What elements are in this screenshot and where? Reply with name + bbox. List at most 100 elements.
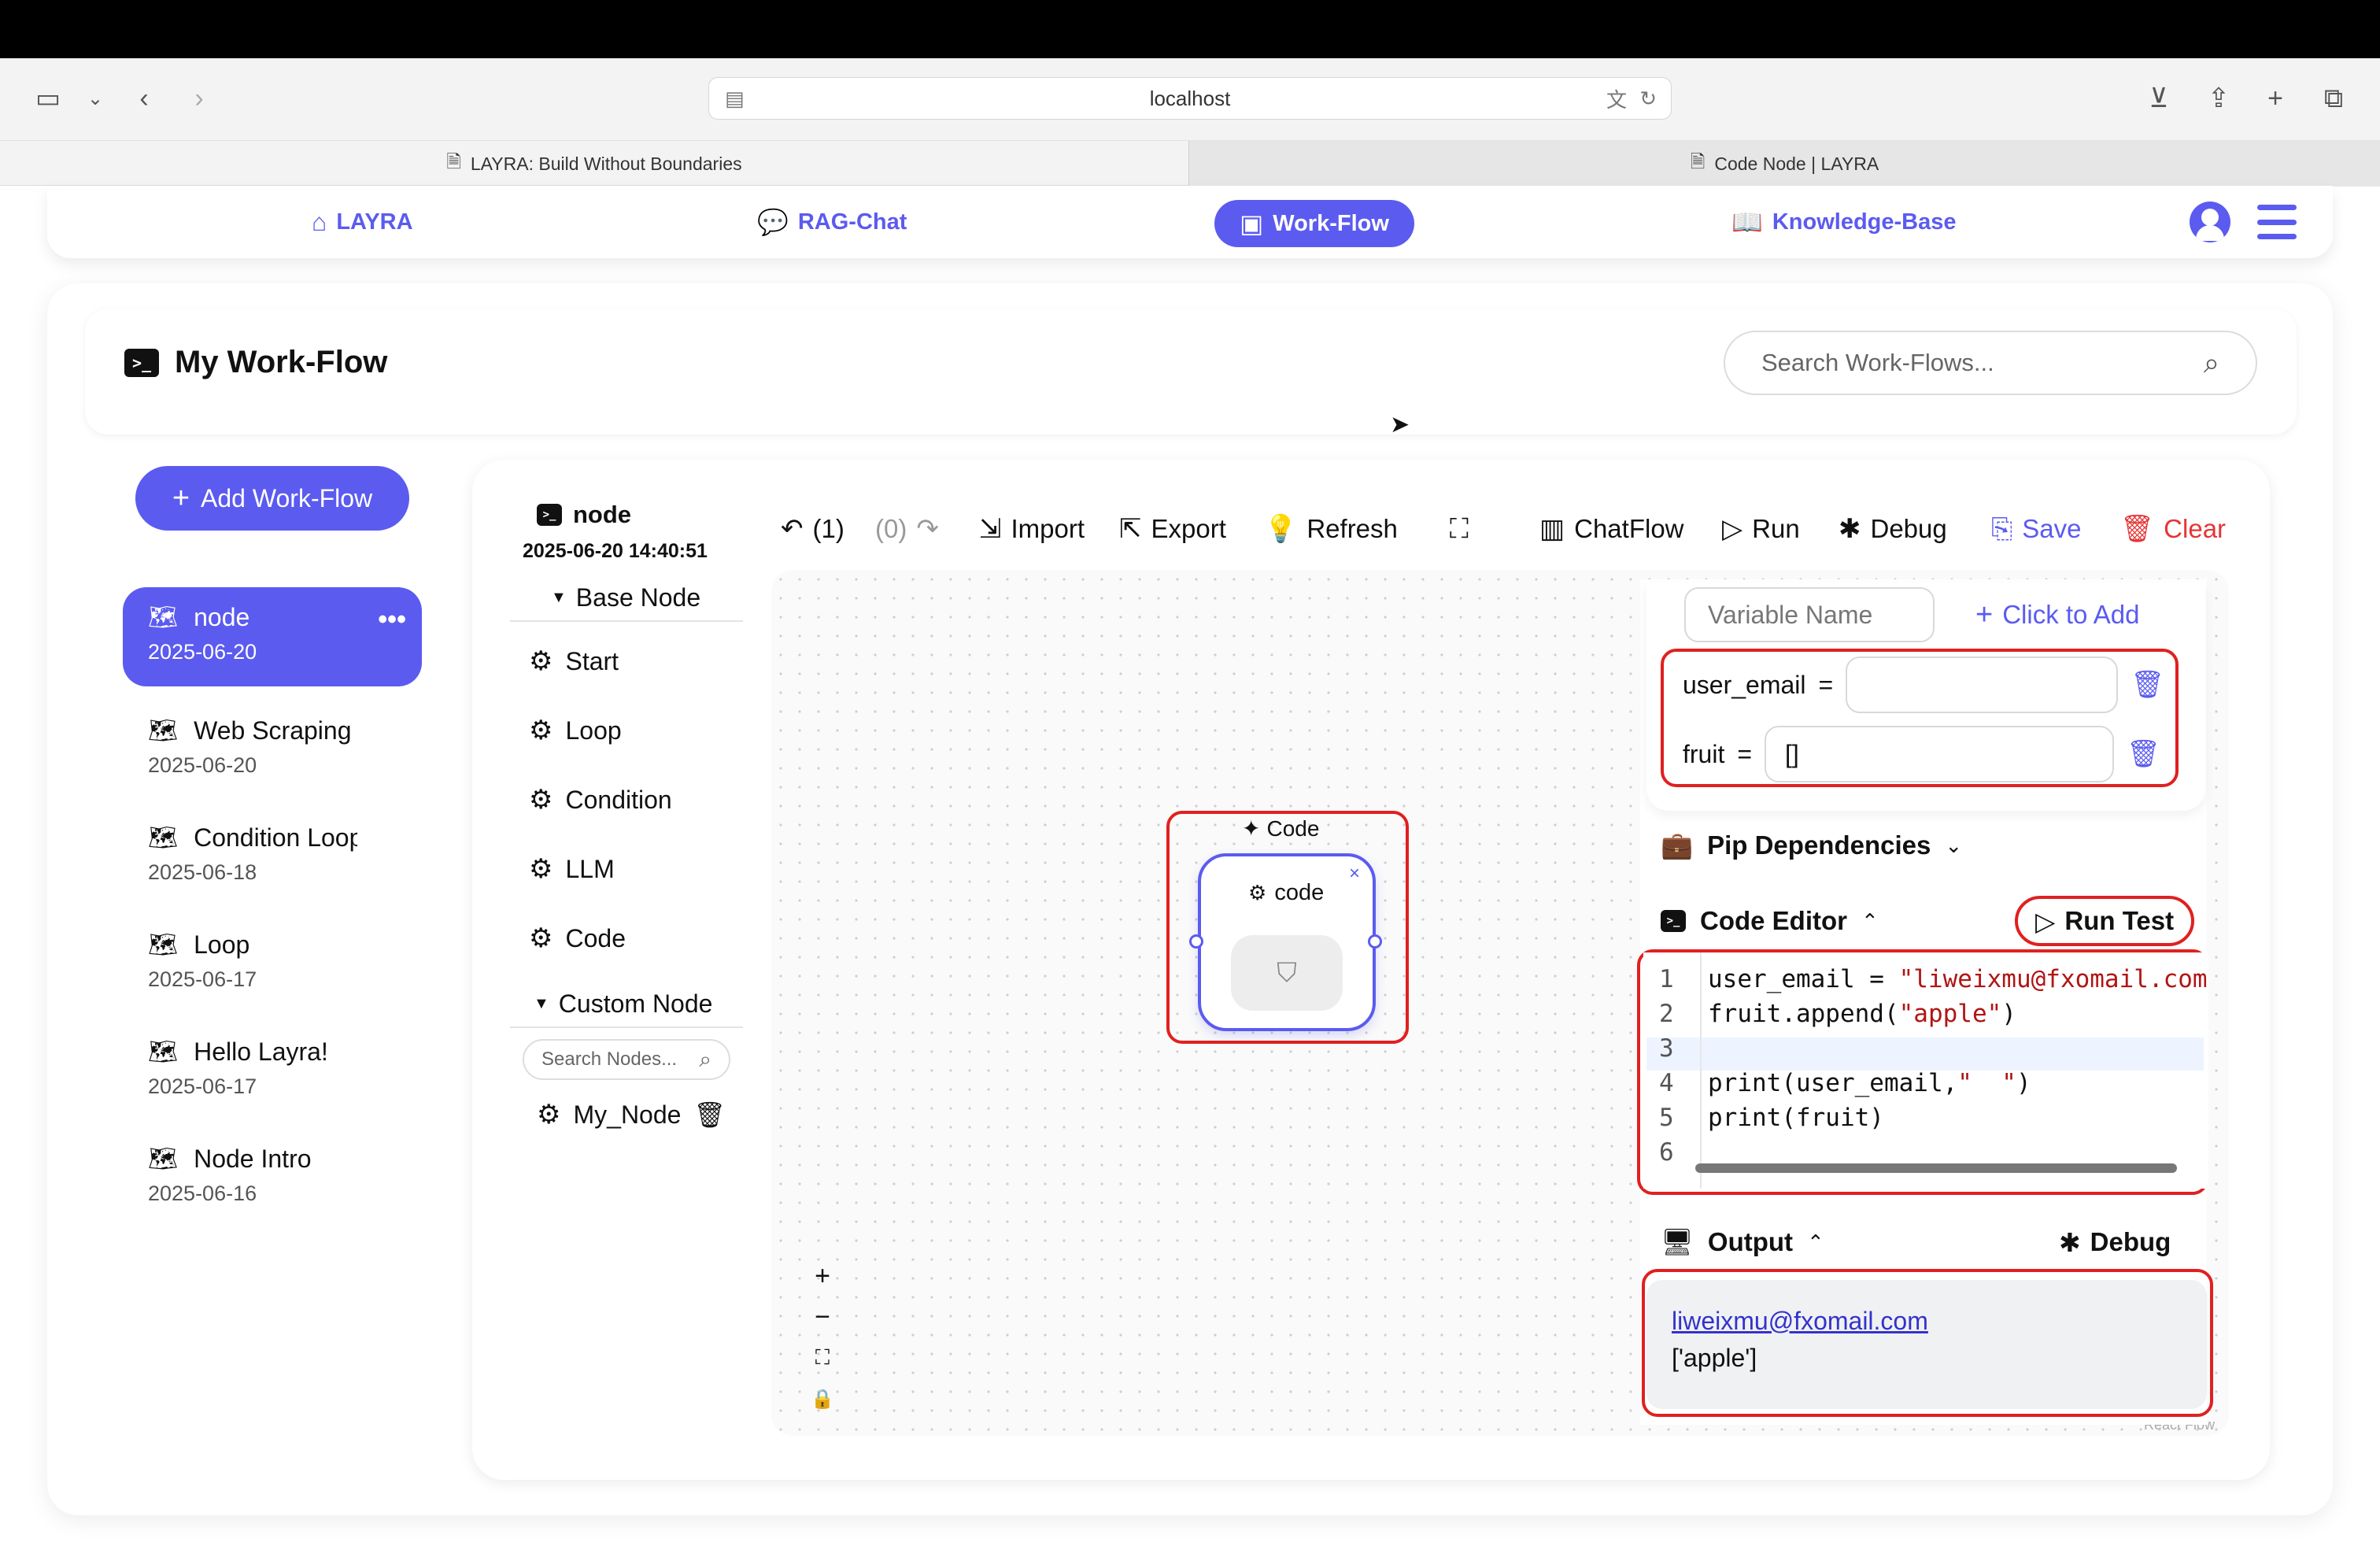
nav-layra[interactable]: ⌂ LAYRA [312,186,413,258]
translate-icon[interactable]: 文 [1606,84,1627,113]
workflow-name: Loop [194,930,250,959]
palette-custom-node[interactable]: ⚙ My_Node 🗑 [537,1099,726,1130]
nav-rag-chat[interactable]: 💬 RAG-Chat [757,186,907,258]
new-tab-icon[interactable]: + [2256,79,2295,118]
doc-icon: 🗎 [446,150,461,172]
workflow-name: Node Intro [194,1145,312,1173]
lock-icon[interactable]: 🔒 [803,1379,842,1418]
back-icon[interactable]: ‹ [124,79,164,118]
download-icon[interactable]: ⊻ [2139,79,2179,118]
palette-node-llm[interactable]: ⚙ LLM [529,853,615,885]
output-debug-button[interactable]: ✱ Debug [2059,1219,2171,1266]
code-node[interactable]: ⚙ code × ⛉ [1198,853,1376,1031]
code-line: user_email = "liweixmu@fxomail.com" [1708,965,2208,993]
add-variable-label: Click to Add [2002,600,2140,629]
fit-view-icon[interactable]: ⛶ [803,1338,842,1378]
zoom-out-icon[interactable]: − [803,1297,842,1337]
add-variable-button[interactable]: + Click to Add [1975,587,2139,642]
code-text: print(fruit) [1708,1104,1884,1132]
workflow-date: 2025-06-16 [148,1182,257,1205]
zoom-in-icon[interactable]: + [803,1256,842,1296]
more-options-icon[interactable]: ••• [378,605,406,635]
palette-node-condition[interactable]: ⚙ Condition [529,784,672,816]
map-icon: 🗺 [148,932,179,958]
url-text: localhost [1149,86,1231,110]
search-icon[interactable]: ⌕ [2204,346,2219,380]
workflow-item-node[interactable]: 🗺 node 2025-06-20 ••• [123,587,422,686]
workflow-item-web-scraping[interactable]: 🗺 Web Scraping 2025-06-20 [123,701,422,800]
line-number: 1 [1659,965,1674,993]
output-header[interactable]: 🖥 Output ⌃ [1661,1219,1824,1266]
palette-node-start[interactable]: ⚙ Start [529,645,619,677]
output-label: Output [1707,1227,1794,1256]
tab-layra-home[interactable]: 🗎 LAYRA: Build Without Boundaries [0,141,1188,187]
chatflow-button[interactable]: ▥ ChatFlow [1539,507,1684,551]
tab-strip: 🗎 LAYRA: Build Without Boundaries 🗎 Code… [0,140,2380,187]
output-handle[interactable] [1368,934,1382,949]
tab-overview-icon[interactable]: ⧉ [2314,79,2353,118]
code-string: "apple" [1898,1000,2002,1028]
run-button[interactable]: ▷ Run [1722,507,1800,551]
sidebar-toggle-icon[interactable]: ▭ [28,79,68,118]
nav-label: Knowledge-Base [1772,209,1957,235]
refresh-button[interactable]: 💡 Refresh [1264,507,1398,551]
trash-icon[interactable]: 🗑 [2131,669,2164,701]
output-email-link[interactable]: liweixmu@fxomail.com [1672,1307,2182,1336]
workflow-item-hello-layra[interactable]: 🗺 Hello Layra! 2025-06-17 [123,1022,422,1121]
add-workflow-button[interactable]: + Add Work-Flow [135,466,409,531]
nav-label: Work-Flow [1273,210,1389,236]
workflow-item-node-intro[interactable]: 🗺 Node Intro 2025-06-16 [123,1129,422,1228]
bug-icon: ✱ [1839,514,1861,544]
variable-value-input[interactable] [1846,656,2119,713]
user-avatar-icon[interactable] [2190,202,2230,242]
variable-value-input[interactable]: [] [1765,726,2115,782]
trash-icon[interactable]: 🗑 [2127,738,2160,770]
workflow-item-condition-loop[interactable]: 🗺 Condition Loop 2025-06-18 [123,808,382,907]
search-icon[interactable]: ⌕ [699,1047,711,1073]
search-nodes-input[interactable]: Search Nodes... ⌕ [523,1039,730,1080]
base-node-section[interactable]: ▼ Base Node [510,575,743,622]
chatflow-label: ChatFlow [1574,514,1684,543]
code-text: user_email = [1708,965,1899,993]
url-bar[interactable]: ▤ localhost 文 ↻ [708,77,1672,120]
code-editor-header[interactable]: >_ Code Editor ⌃ [1661,897,1879,945]
import-button[interactable]: ⇲ Import [979,507,1085,551]
reload-icon[interactable]: ↻ [1639,87,1657,111]
home-icon: ⌂ [312,207,327,236]
custom-node-section[interactable]: ▼ Custom Node [510,981,743,1028]
search-workflows-input[interactable]: Search Work-Flows... ⌕ [1724,331,2257,395]
run-test-button[interactable]: ▷ Run Test [2035,897,2174,945]
trash-icon[interactable]: 🗑 [693,1100,726,1130]
code-editor-label: Code Editor [1700,906,1847,935]
palette-node-loop[interactable]: ⚙ Loop [529,715,622,746]
code-editor[interactable]: 1 user_email = "liweixmu@fxomail.com" 2 … [1643,952,2208,1189]
undo-button[interactable]: ↶ (1) [781,507,844,551]
tab-code-node[interactable]: 🗎 Code Node | LAYRA [1188,141,2380,187]
save-button[interactable]: ⎘ Save [1991,507,2081,551]
chevron-down-icon[interactable]: ⌄ [76,79,115,118]
export-button[interactable]: ⇱ Export [1119,507,1226,551]
horizontal-scrollbar[interactable] [1695,1163,2177,1173]
nav-knowledge-base[interactable]: 📖 Knowledge-Base [1731,186,1957,258]
nav-work-flow[interactable]: ▣ Work-Flow [1214,200,1414,247]
debug-button[interactable]: ✱ Debug [1839,507,1947,551]
fullscreen-button[interactable]: ⛶ [1450,507,1469,551]
equals-sign: = [1818,670,1834,699]
node-body: ⛉ [1231,935,1343,1011]
clear-button[interactable]: 🗑 Clear [2120,507,2226,551]
palette-node-code[interactable]: ⚙ Code [529,923,626,954]
forward-icon[interactable]: › [179,79,219,118]
close-icon[interactable]: × [1349,863,1360,885]
caret-down-icon: ▼ [551,588,567,606]
input-handle[interactable] [1189,934,1203,949]
redo-button[interactable]: (0) ↷ [875,507,939,551]
page-menu-icon[interactable]: ▤ [725,87,745,111]
workflow-item-loop[interactable]: 🗺 Loop 2025-06-17 [123,915,422,1014]
variable-name-input[interactable]: Variable Name [1684,587,1935,642]
hamburger-menu-icon[interactable] [2257,205,2297,239]
terminal-icon: >_ [537,504,562,526]
pip-dependencies-header[interactable]: 💼 Pip Dependencies ⌄ [1661,822,1962,869]
share-icon[interactable]: ⇪ [2199,79,2238,118]
gear-icon: ⚙ [529,716,553,745]
palette-node-label: LLM [565,854,615,883]
